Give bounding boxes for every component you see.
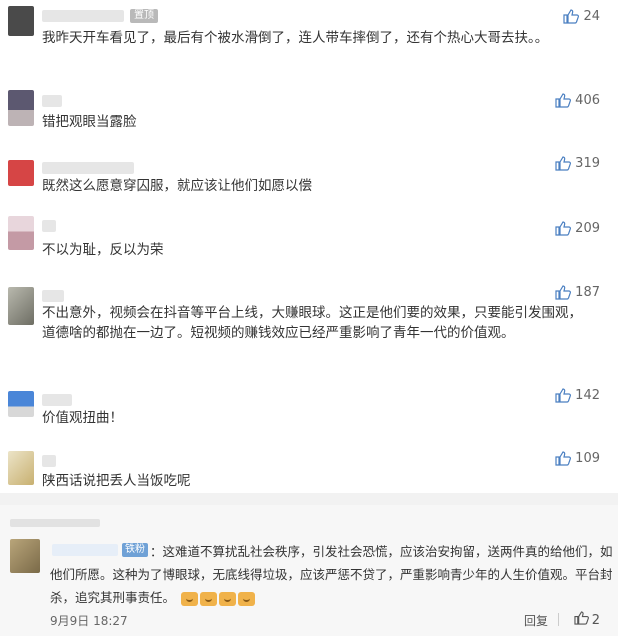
thumbs-up-icon: [555, 156, 572, 171]
thumbs-up-icon: [555, 451, 572, 466]
username[interactable]: [42, 394, 72, 406]
timestamp: 9月9日 18:27: [50, 614, 128, 628]
thumbs-up-emoji-icon: [219, 591, 237, 606]
thumbs-up-emoji-icon: [181, 591, 199, 606]
username[interactable]: [42, 290, 64, 302]
avatar[interactable]: [8, 451, 34, 485]
reply-header-blur: [10, 519, 100, 527]
comment-text: 不出意外，视频会在抖音等平台上线，大赚眼球。这正是他们要的效果，只要能引发围观，…: [42, 305, 582, 341]
avatar[interactable]: [8, 160, 34, 186]
username[interactable]: [42, 95, 62, 107]
reply-text: ：这难道不算扰乱社会秩序，引发社会恐慌，应该治安拘留，送两件真的给他们，如他们所…: [50, 544, 613, 606]
like-count: 24: [583, 9, 600, 24]
like-button[interactable]: 2: [574, 611, 600, 629]
comment-text: 我昨天开车看见了，最后有个被水滑倒了，连人带车摔倒了，还有个热心大哥去扶。。: [42, 30, 549, 46]
like-count: 187: [575, 285, 600, 300]
like-count: 142: [575, 388, 600, 403]
like-count: 406: [575, 93, 600, 108]
thumbs-up-icon: [574, 611, 589, 629]
avatar[interactable]: [8, 216, 34, 250]
thumbs-up-icon: [555, 93, 572, 108]
thumbs-up-icon: [555, 221, 572, 236]
username[interactable]: [42, 10, 124, 22]
like-button[interactable]: 142: [555, 388, 600, 403]
comment-text: 价值观扭曲！: [42, 410, 123, 426]
thumbs-up-icon: [555, 388, 572, 403]
emoji-group: [181, 590, 257, 606]
separator: [558, 613, 559, 626]
reply-button[interactable]: 回复: [524, 612, 548, 629]
comment-text: 错把观眼当露脸: [42, 114, 137, 130]
avatar[interactable]: [8, 391, 34, 417]
like-count: 109: [575, 451, 600, 466]
thumbs-up-icon: [555, 285, 572, 300]
like-count: 2: [591, 612, 600, 628]
thumbs-up-emoji-icon: [238, 591, 256, 606]
username[interactable]: [42, 455, 56, 467]
avatar[interactable]: [8, 6, 34, 36]
avatar[interactable]: [8, 90, 34, 126]
like-button[interactable]: 187: [555, 285, 600, 300]
comment-text: 不以为耻，反以为荣: [42, 242, 164, 258]
like-button[interactable]: 319: [555, 156, 600, 171]
like-button[interactable]: 209: [555, 221, 600, 236]
username[interactable]: [42, 162, 134, 174]
thumbs-up-emoji-icon: [200, 591, 218, 606]
like-count: 319: [575, 156, 600, 171]
pinned-badge: 置顶: [130, 9, 158, 23]
like-button[interactable]: 24: [563, 9, 600, 24]
like-count: 209: [575, 221, 600, 236]
section-divider: [0, 493, 618, 505]
comment-text: 既然这么愿意穿囚服，就应该让他们如愿以偿: [42, 178, 312, 194]
avatar[interactable]: [8, 287, 34, 325]
like-button[interactable]: 406: [555, 93, 600, 108]
thumbs-up-icon: [563, 9, 580, 24]
comment-text: 陕西话说把丢人当饭吃呢: [42, 473, 191, 489]
like-button[interactable]: 109: [555, 451, 600, 466]
avatar[interactable]: [10, 539, 40, 573]
username[interactable]: [42, 220, 56, 232]
